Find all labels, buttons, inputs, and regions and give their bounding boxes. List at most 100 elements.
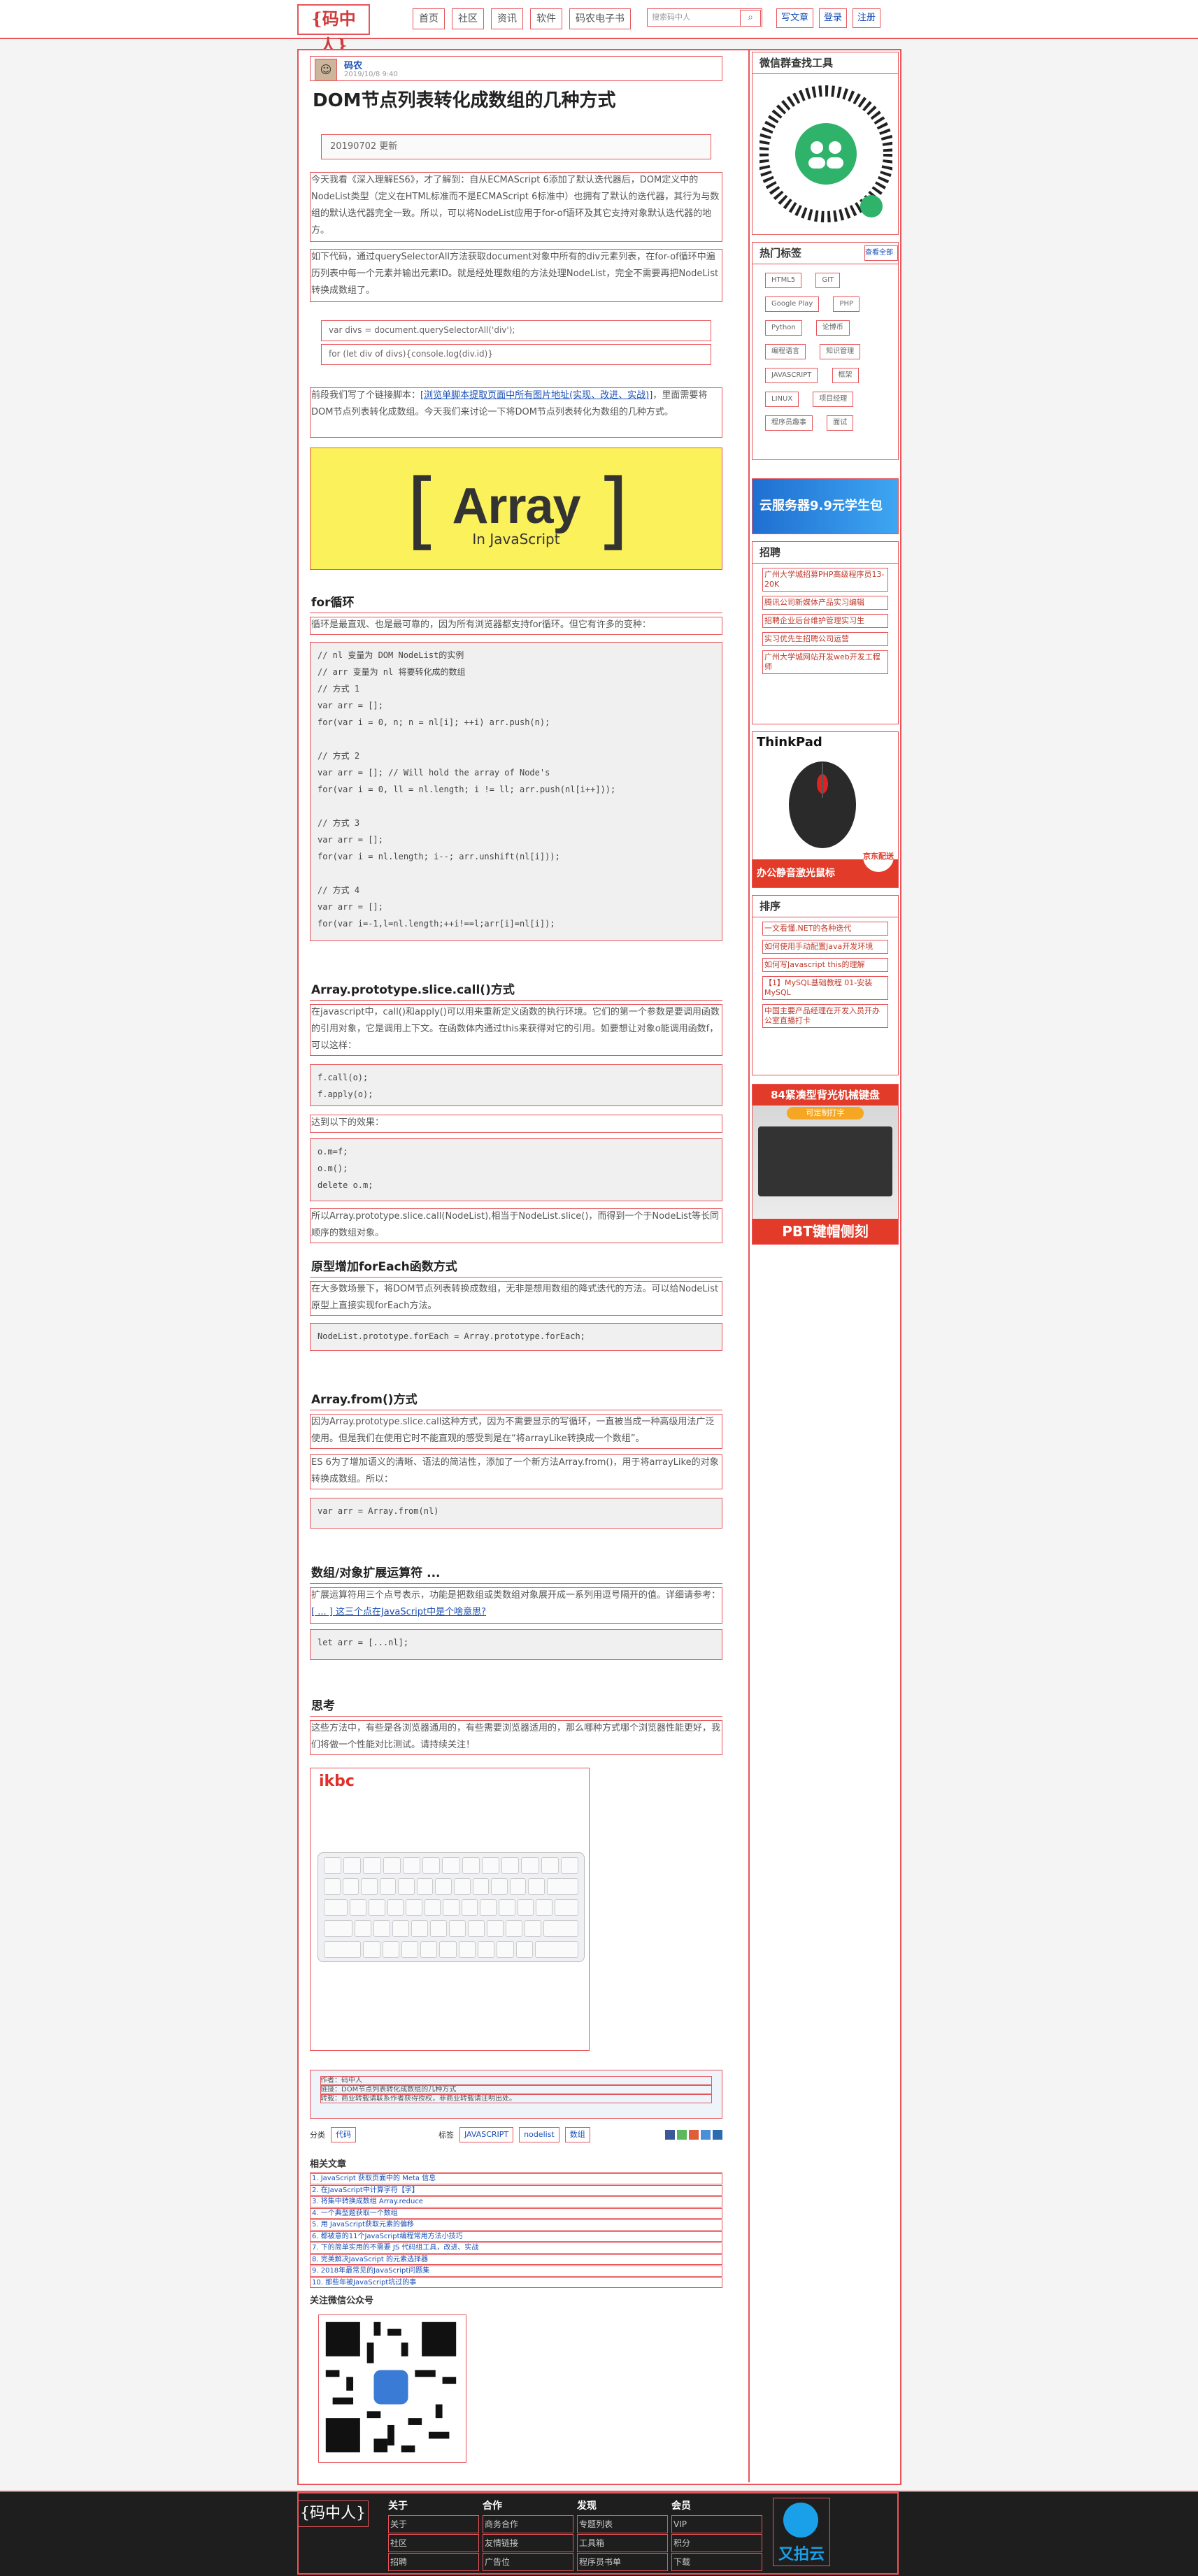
keyboard-ad[interactable]: ikbc bbox=[310, 1768, 590, 2051]
recruit-item[interactable]: 实习优先生招聘公司运营 bbox=[762, 632, 888, 646]
sort-title: 排序 bbox=[753, 896, 898, 917]
view-all-tags-link[interactable]: 查看全部 bbox=[864, 245, 898, 261]
footer-link[interactable]: 商务合作 bbox=[483, 2515, 573, 2533]
recruit-item[interactable]: 广州大学城招募PHP高级程序员13-20K bbox=[762, 568, 888, 592]
slice-code-2: o.m=f; o.m(); delete o.m; bbox=[310, 1138, 722, 1201]
related-item[interactable]: 8. 完美解决JavaScript 的元素选择器 bbox=[310, 2254, 722, 2265]
ad-brand-logo: ikbc bbox=[319, 1773, 355, 1790]
mech-keyboard-ad[interactable]: 84紧凑型背光机械键盘 可定制打字 PBT键帽侧刻 bbox=[752, 1084, 899, 1245]
hot-tag[interactable]: 知识管理 bbox=[820, 344, 861, 359]
hot-tag[interactable]: PHP bbox=[833, 296, 860, 312]
sort-item[interactable]: 【1】MySQL基础教程 01-安装MySQL bbox=[762, 976, 888, 1000]
hot-tag[interactable]: 项目经理 bbox=[813, 392, 854, 407]
article-tag[interactable]: JAVASCRIPT bbox=[459, 2127, 514, 2142]
info-line[interactable]: 链接：DOM节点列表转化成数组的几种方式 bbox=[320, 2085, 712, 2094]
footer-link[interactable]: 工具箱 bbox=[577, 2534, 668, 2552]
site-logo[interactable]: {码中人} bbox=[297, 4, 370, 55]
footer-link[interactable]: 程序员书单 bbox=[577, 2553, 668, 2571]
hot-tag[interactable]: GIT bbox=[815, 273, 841, 288]
recruit-item[interactable]: 广州大学城网站开发web开发工程师 bbox=[762, 650, 888, 674]
article-tag[interactable]: nodelist bbox=[519, 2127, 559, 2142]
footer-link[interactable]: 积分 bbox=[671, 2534, 762, 2552]
qq-icon[interactable] bbox=[701, 2130, 711, 2140]
nav-ebooks[interactable]: 码农电子书 bbox=[569, 8, 631, 29]
related-item[interactable]: 2. 在JavaScript中计算字符【字】 bbox=[310, 2184, 722, 2196]
spread-code: let arr = [...nl]; bbox=[310, 1629, 722, 1660]
nav-software[interactable]: 软件 bbox=[530, 8, 562, 29]
spread-link[interactable]: [ ... ] 这三个点在JavaScript中是个啥意思? bbox=[311, 1607, 486, 1617]
related-item[interactable]: 6. 都被意的11个JavaScript编程常用方法小技巧 bbox=[310, 2231, 722, 2242]
register-link[interactable]: 注册 bbox=[853, 8, 881, 28]
cloud-ad-banner[interactable]: 云服务器9.9元学生包 bbox=[752, 478, 899, 534]
related-item[interactable]: 10. 那些年被JavaScript坑过的事 bbox=[310, 2277, 722, 2288]
related-item[interactable]: 3. 将集中转换成数组 Array.reduce bbox=[310, 2196, 722, 2208]
intro-paragraph-2: 如下代码，通过querySelectorAll方法获取document对象中所有… bbox=[310, 249, 722, 302]
facebook-icon[interactable] bbox=[713, 2130, 722, 2140]
recruit-box: 招聘 广州大学城招募PHP高级程序员13-20K 腾讯公司新媒体产品实习编辑 招… bbox=[752, 541, 899, 724]
nav-community[interactable]: 社区 bbox=[452, 8, 484, 29]
footer-link[interactable]: 关于 bbox=[388, 2515, 479, 2533]
foreach-text: 在大多数场景下，将DOM节点列表转换成数组，无非是想用数组的降式迭代的方法。可以… bbox=[310, 1281, 722, 1316]
category-tags-row: 分类 代码 标签 JAVASCRIPT nodelist 数组 bbox=[310, 2126, 722, 2144]
spread-intro: 扩展运算符用三个点号表示，功能是把数组或类数组对象展开成一系列用逗号隔开的值。详… bbox=[311, 1590, 721, 1601]
nav-news[interactable]: 资讯 bbox=[491, 8, 523, 29]
hot-tag[interactable]: 编程语言 bbox=[765, 344, 806, 359]
weibo-icon[interactable] bbox=[689, 2130, 699, 2140]
slice-text-3: 所以Array.prototype.slice.call(NodeList),相… bbox=[310, 1208, 722, 1243]
footer-col-title: 关于 bbox=[388, 2500, 408, 2512]
sort-item[interactable]: 如何使用手动配置Java开发环境 bbox=[762, 940, 888, 954]
qr-code-graphic bbox=[319, 2315, 463, 2459]
hot-tag[interactable]: Python bbox=[765, 320, 802, 336]
footer-link[interactable]: 友情链接 bbox=[483, 2534, 573, 2552]
intro-paragraph-1: 今天我看《深入理解ES6》，才了解到：自从ECMAScript 6添加了默认迭代… bbox=[310, 172, 722, 242]
intro-paragraph-3: 前段我们写了个链接脚本：[浏览单脚本提取页面中所有图片地址(实现、改进、实战)]… bbox=[310, 387, 722, 438]
search-icon[interactable]: ⌕ bbox=[740, 10, 761, 27]
hot-tag[interactable]: 框架 bbox=[832, 368, 859, 383]
recruit-item[interactable]: 招聘企业后台维护管理实习生 bbox=[762, 614, 888, 628]
wechat-qr-image[interactable] bbox=[757, 80, 894, 227]
related-item[interactable]: 1. JavaScript 获取页面中的 Meta 信息 bbox=[310, 2173, 722, 2184]
recruit-item[interactable]: 腾讯公司新媒体产品实习编辑 bbox=[762, 596, 888, 610]
wechat-icon[interactable] bbox=[677, 2130, 687, 2140]
sort-item[interactable]: 一文看懂.NET的各种迭代 bbox=[762, 922, 888, 936]
author-name[interactable]: 码农 bbox=[344, 58, 362, 71]
copyright-info: 作者：码中人 链接：DOM节点列表转化成数组的几种方式 转载：商业转载请联系作者… bbox=[310, 2070, 722, 2119]
category-tag[interactable]: 代码 bbox=[331, 2127, 356, 2142]
share-icon[interactable] bbox=[665, 2130, 675, 2140]
footer-link[interactable]: 广告位 bbox=[483, 2553, 573, 2571]
slice-text: 在javascript中，call()和apply()可以用来重新定义函数的执行… bbox=[310, 1004, 722, 1056]
footer-link[interactable]: VIP bbox=[671, 2515, 762, 2533]
mouse-ad[interactable]: ThinkPad 办公静音激光鼠标 京东配送 bbox=[752, 731, 899, 888]
upyun-logo[interactable]: 又拍云 bbox=[773, 2498, 830, 2566]
article-tag[interactable]: 数组 bbox=[564, 2127, 590, 2142]
script-link[interactable]: [浏览单脚本提取页面中所有图片地址(实现、改进、实战)] bbox=[420, 390, 653, 401]
heading-array-from: Array.from()方式 bbox=[310, 1390, 722, 1410]
footer-link[interactable]: 下载 bbox=[671, 2553, 762, 2571]
related-articles: 相关文章 1. JavaScript 获取页面中的 Meta 信息 2. 在Ja… bbox=[310, 2158, 722, 2291]
related-item[interactable]: 4. 一个典型题获取一个数组 bbox=[310, 2208, 722, 2219]
hot-tag[interactable]: Google Play bbox=[765, 296, 820, 312]
footer-logo[interactable]: {码中人} bbox=[297, 2500, 369, 2527]
mouse-image bbox=[789, 761, 856, 848]
hot-tag[interactable]: 程序员趣事 bbox=[765, 415, 813, 431]
sort-box: 排序 一文看懂.NET的各种迭代 如何使用手动配置Java开发环境 如何写Jav… bbox=[752, 895, 899, 1075]
related-item[interactable]: 5. 用 JavaScript获取元素的偏移 bbox=[310, 2219, 722, 2231]
write-article-link[interactable]: 写文章 bbox=[776, 8, 814, 28]
sort-item[interactable]: 中国主要产品经理在开发入员开办公室直播打卡 bbox=[762, 1004, 888, 1028]
hot-tag[interactable]: JAVASCRIPT bbox=[765, 368, 818, 383]
related-item[interactable]: 9. 2018年最常见的JavaScript问题集 bbox=[310, 2266, 722, 2277]
sort-item[interactable]: 如何写Javascript this的理解 bbox=[762, 958, 888, 972]
qr-code-image bbox=[318, 2314, 466, 2463]
footer-link[interactable]: 社区 bbox=[388, 2534, 479, 2552]
related-item[interactable]: 7. 下的简单实用的不需要 JS 代码组工具，改进、实战 bbox=[310, 2242, 722, 2254]
avatar[interactable]: ☺ bbox=[315, 59, 337, 81]
nav-home[interactable]: 首页 bbox=[413, 8, 445, 29]
footer-link[interactable]: 招聘 bbox=[388, 2553, 479, 2571]
hot-tag[interactable]: 面试 bbox=[827, 415, 854, 431]
footer-col-title: 合作 bbox=[483, 2500, 502, 2512]
footer-link[interactable]: 专题列表 bbox=[577, 2515, 668, 2533]
hot-tag[interactable]: HTML5 bbox=[765, 273, 802, 288]
hot-tag[interactable]: LINUX bbox=[765, 392, 799, 407]
login-link[interactable]: 登录 bbox=[819, 8, 848, 28]
hot-tag[interactable]: 论博币 bbox=[815, 320, 850, 336]
